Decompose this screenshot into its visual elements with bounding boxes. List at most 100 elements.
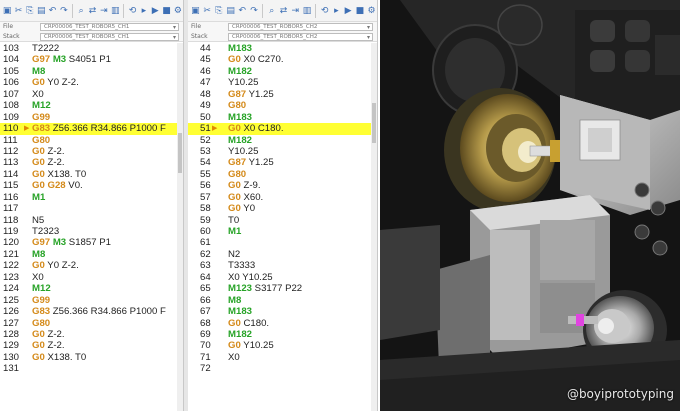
channel1-scrollbar[interactable] <box>177 43 183 411</box>
code-line[interactable]: 47 Y10.25 <box>188 77 377 88</box>
code-line[interactable]: 109 G99 <box>0 112 183 123</box>
code-line[interactable]: 113 G0 Z-2. <box>0 157 183 168</box>
program-select[interactable]: CRP00006_TEST_ROBOR5_CH1 <box>40 23 179 31</box>
scroll-thumb[interactable] <box>372 103 376 143</box>
sync-icon[interactable]: ⟲ <box>319 4 330 18</box>
step-icon[interactable]: ▸ <box>139 4 149 18</box>
stop-icon[interactable]: ■ <box>161 4 171 18</box>
code-line[interactable]: 114 G0 X138. T0 <box>0 169 183 180</box>
code-line[interactable]: 45 G0 X0 C270. <box>188 54 377 65</box>
code-line[interactable]: 58 G0 Y0 <box>188 203 377 214</box>
copy-icon[interactable]: ⎘ <box>25 4 35 18</box>
stop-icon[interactable]: ■ <box>354 4 365 18</box>
undo-icon[interactable]: ↶ <box>237 4 248 18</box>
settings-icon[interactable]: ⚙ <box>173 4 183 18</box>
paste-icon[interactable]: ▤ <box>225 4 236 18</box>
channel2-editor[interactable]: ▣ ✂ ⎘ ▤ ↶ ↷ ⌕ ⇄ ⇥ ▥ ⟲ ▸ ▶ ■ ⚙ File Stack CRP00006_TEST… <box>188 0 378 411</box>
code-line[interactable]: 52 M182 <box>188 135 377 146</box>
code-line[interactable]: 44 M183 <box>188 43 377 54</box>
current-code-line[interactable]: 51 ▶ G0 X0 C180. <box>188 123 377 135</box>
code-line[interactable]: 56 G0 Z-9. <box>188 180 377 191</box>
code-line[interactable]: 69 M182 <box>188 329 377 340</box>
code-line[interactable]: 55 G80 <box>188 169 377 180</box>
replace-icon[interactable]: ⇄ <box>278 4 289 18</box>
program-select[interactable]: CRP00006_TEST_ROBOR5_CH2 <box>228 23 373 31</box>
sync-icon[interactable]: ⟲ <box>127 4 137 18</box>
run-icon[interactable]: ▶ <box>343 4 354 18</box>
stack-select[interactable]: CRP00006_TEST_ROBOR5_CH1 <box>40 33 179 41</box>
scroll-thumb[interactable] <box>178 133 182 173</box>
code-line[interactable]: 50 M183 <box>188 112 377 123</box>
redo-icon[interactable]: ↷ <box>249 4 260 18</box>
code-line[interactable]: 46 M182 <box>188 66 377 77</box>
compare-icon[interactable]: ▥ <box>302 4 313 18</box>
code-line[interactable]: 115 G0 G28 V0. <box>0 180 183 191</box>
code-line[interactable]: 60 M1 <box>188 226 377 237</box>
save-icon[interactable]: ▣ <box>190 4 201 18</box>
machine-simulation-viewport[interactable]: @boyiprototyping <box>380 0 680 411</box>
code-line[interactable]: 66 M8 <box>188 295 377 306</box>
code-line[interactable]: 124 M12 <box>0 283 183 294</box>
code-line[interactable]: 126 G83 Z56.366 R34.866 P1000 F <box>0 306 183 317</box>
code-line[interactable]: 111 G80 <box>0 135 183 146</box>
code-line[interactable]: 117 <box>0 203 183 214</box>
channel2-scrollbar[interactable] <box>371 43 377 411</box>
code-line[interactable]: 61 <box>188 237 377 248</box>
code-line[interactable]: 105 M8 <box>0 66 183 77</box>
code-line[interactable]: 70 G0 Y10.25 <box>188 340 377 351</box>
goto-icon[interactable]: ⇥ <box>99 4 109 18</box>
code-line[interactable]: 59 T0 <box>188 215 377 226</box>
code-line[interactable]: 49 G80 <box>188 100 377 111</box>
code-line[interactable]: 62 N2 <box>188 249 377 260</box>
code-line[interactable]: 125 G99 <box>0 295 183 306</box>
channel1-editor[interactable]: ▣ ✂ ⎘ ▤ ↶ ↷ ⌕ ⇄ ⇥ ▥ ⟲ ▸ ▶ ■ ⚙ File Stack CRP00006_TEST… <box>0 0 184 411</box>
paste-icon[interactable]: ▤ <box>36 4 46 18</box>
stack-select[interactable]: CRP00006_TEST_ROBOR5_CH2 <box>228 33 373 41</box>
cut-icon[interactable]: ✂ <box>202 4 213 18</box>
code-line[interactable]: 103 T2222 <box>0 43 183 54</box>
channel2-code-view[interactable]: 44 M183 45 G0 X0 C270. 46 M182 47 Y10.25 48 G87 Y… <box>188 43 377 411</box>
code-line[interactable]: 65 M123 S3177 P22 <box>188 283 377 294</box>
code-line[interactable]: 64 X0 Y10.25 <box>188 272 377 283</box>
settings-icon[interactable]: ⚙ <box>366 4 377 18</box>
code-line[interactable]: 54 G87 Y1.25 <box>188 157 377 168</box>
current-code-line[interactable]: 110 ▶ G83 Z56.366 R34.866 P1000 F <box>0 123 183 135</box>
code-line[interactable]: 71 X0 <box>188 352 377 363</box>
code-line[interactable]: 118 N5 <box>0 215 183 226</box>
compare-icon[interactable]: ▥ <box>110 4 120 18</box>
code-line[interactable]: 67 M183 <box>188 306 377 317</box>
code-line[interactable]: 112 G0 Z-2. <box>0 146 183 157</box>
code-line[interactable]: 106 G0 Y0 Z-2. <box>0 77 183 88</box>
code-line[interactable]: 130 G0 X138. T0 <box>0 352 183 363</box>
code-line[interactable]: 72 <box>188 363 377 374</box>
cut-icon[interactable]: ✂ <box>13 4 23 18</box>
code-line[interactable]: 116 M1 <box>0 192 183 203</box>
code-line[interactable]: 129 G0 Z-2. <box>0 340 183 351</box>
code-line[interactable]: 119 T2323 <box>0 226 183 237</box>
goto-icon[interactable]: ⇥ <box>290 4 301 18</box>
code-line[interactable]: 122 G0 Y0 Z-2. <box>0 260 183 271</box>
code-line[interactable]: 68 G0 C180. <box>188 318 377 329</box>
code-line[interactable]: 128 G0 Z-2. <box>0 329 183 340</box>
code-line[interactable]: 121 M8 <box>0 249 183 260</box>
channel1-code-view[interactable]: 103 T2222 104 G97 M3 S4051 P1 105 M8 106 G0 Y0 … <box>0 43 183 411</box>
code-line[interactable]: 123 X0 <box>0 272 183 283</box>
code-line[interactable]: 63 T3333 <box>188 260 377 271</box>
find-icon[interactable]: ⌕ <box>76 4 86 18</box>
code-line[interactable]: 131 <box>0 363 183 374</box>
step-icon[interactable]: ▸ <box>331 4 342 18</box>
code-line[interactable]: 104 G97 M3 S4051 P1 <box>0 54 183 65</box>
code-line[interactable]: 57 G0 X60. <box>188 192 377 203</box>
replace-icon[interactable]: ⇄ <box>87 4 97 18</box>
find-icon[interactable]: ⌕ <box>266 4 277 18</box>
undo-icon[interactable]: ↶ <box>47 4 57 18</box>
code-line[interactable]: 108 M12 <box>0 100 183 111</box>
code-line[interactable]: 107 X0 <box>0 89 183 100</box>
copy-icon[interactable]: ⎘ <box>213 4 224 18</box>
code-line[interactable]: 53 Y10.25 <box>188 146 377 157</box>
code-line[interactable]: 120 G97 M3 S1857 P1 <box>0 237 183 248</box>
save-icon[interactable]: ▣ <box>2 4 12 18</box>
redo-icon[interactable]: ↷ <box>59 4 69 18</box>
code-line[interactable]: 127 G80 <box>0 318 183 329</box>
run-icon[interactable]: ▶ <box>150 4 160 18</box>
